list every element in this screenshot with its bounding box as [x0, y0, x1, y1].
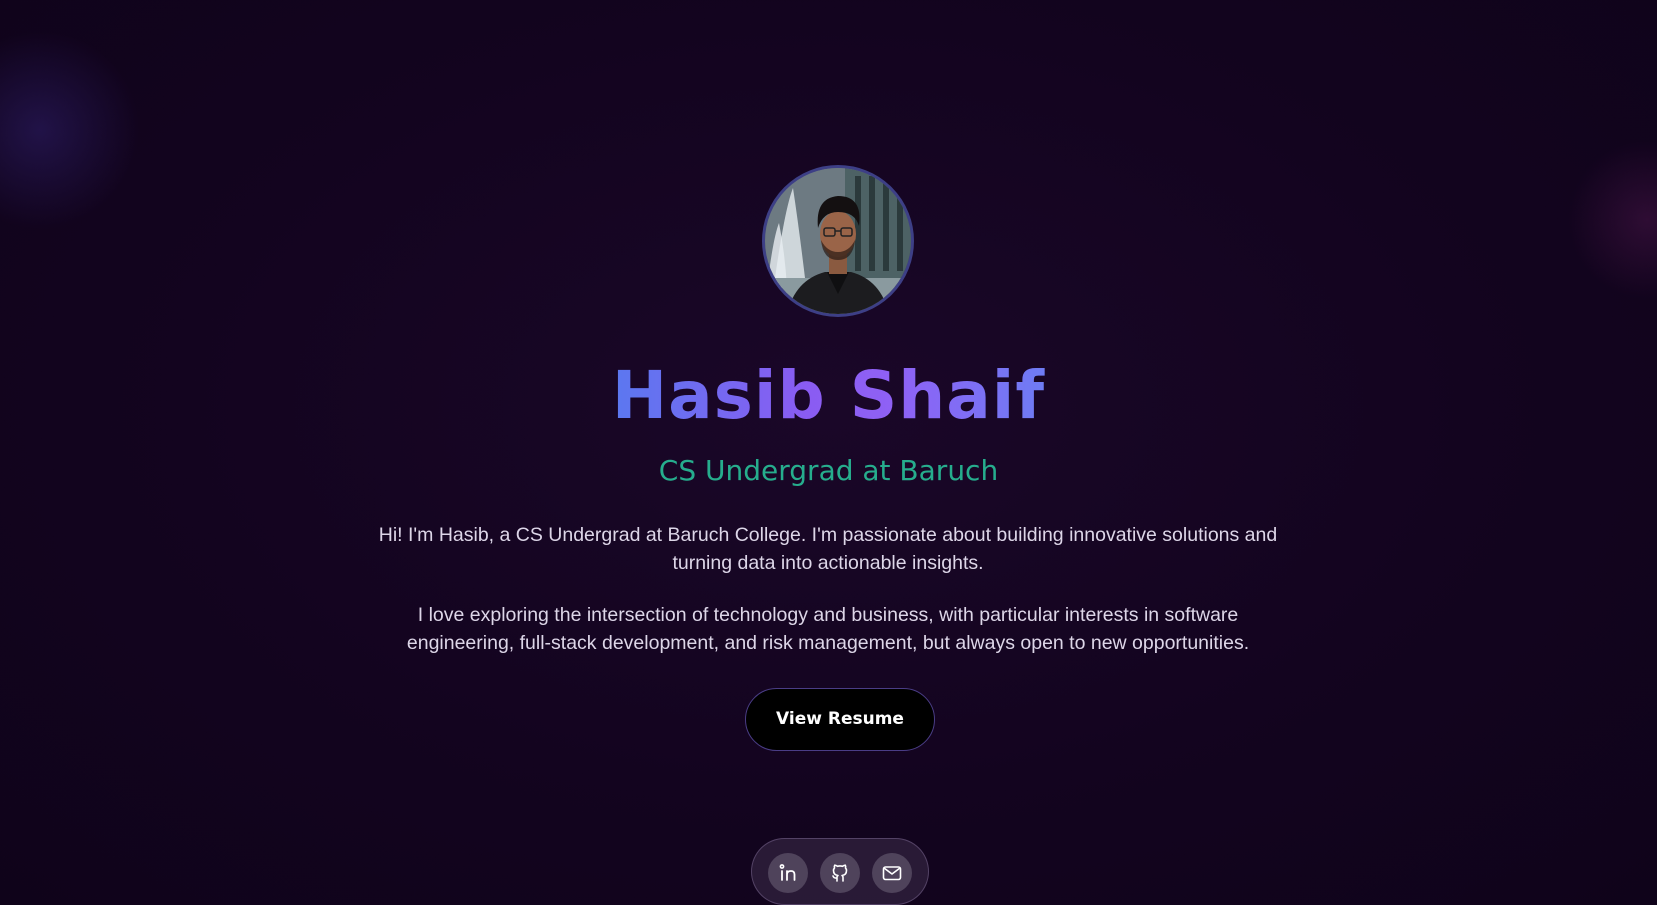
hero-name-text: Hasib Shaif — [611, 357, 1046, 434]
bio-paragraph-1: Hi! I'm Hasib, a CS Undergrad at Baruch … — [378, 524, 1278, 574]
view-resume-button[interactable]: View Resume — [745, 688, 935, 751]
linkedin-button[interactable] — [768, 853, 808, 893]
linkedin-icon — [779, 864, 796, 881]
hero-subtitle: CS Undergrad at Baruch — [658, 454, 999, 487]
profile-photo — [765, 168, 911, 314]
mail-icon — [882, 866, 902, 881]
background-glow-right — [1567, 140, 1657, 300]
email-button[interactable] — [872, 853, 912, 893]
bio-paragraph-2: I love exploring the intersection of tec… — [406, 604, 1250, 654]
github-icon — [832, 864, 848, 882]
social-links-bar — [751, 838, 929, 905]
background-glow-left — [0, 30, 140, 230]
hero-name: Hasib Shaif — [0, 352, 1657, 440]
avatar — [762, 165, 914, 317]
github-button[interactable] — [820, 853, 860, 893]
